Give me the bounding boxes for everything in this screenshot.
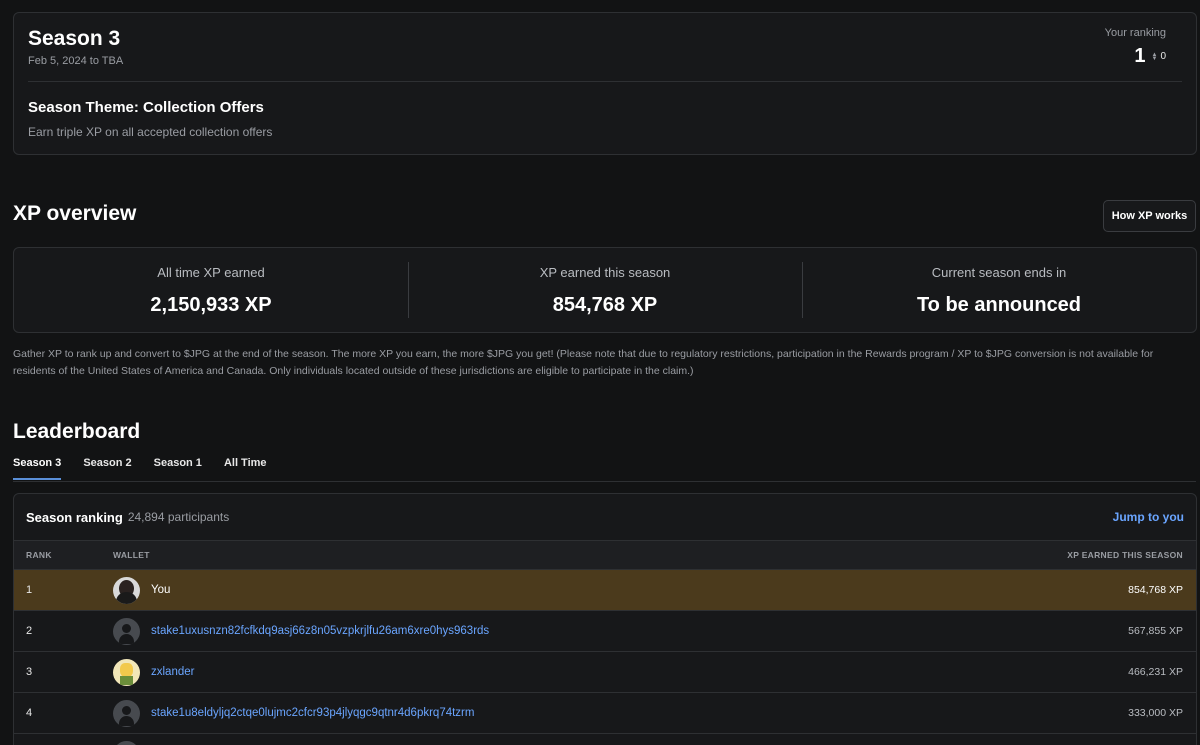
how-xp-works-button[interactable]: How XP works [1103,200,1196,232]
ranking-change-value: 0 [1160,51,1166,62]
ranking-header: Season ranking 24,894 participants Jump … [14,494,1196,540]
tab-season-3[interactable]: Season 3 [13,457,62,480]
row-xp: 567,855 XP [1128,625,1183,637]
row-rank: 4 [26,707,33,719]
wallet-link[interactable]: stake1u8eldyljq2ctqe0lujmc2cfcr93p4jlyqg… [151,707,474,719]
up-down-arrow-icon: ▲ ▼ [1151,51,1158,62]
ranking-change: ▲ ▼ 0 [1151,51,1166,62]
column-rank: RANK [26,550,52,560]
stat-season-ends: Current season ends in To be announced [802,248,1196,332]
leaderboard-heading: Leaderboard [13,420,141,443]
wallet-link[interactable]: stake1uxusnzn82fcfkdq9asj66z8n05vzpkrjlf… [151,625,489,637]
row-rank: 3 [26,666,33,678]
row-rank: 2 [26,625,33,637]
stat-label: Current season ends in [931,265,1067,280]
stat-label: XP earned this season [539,265,671,280]
your-ranking: 1 ▲ ▼ 0 [1134,45,1166,68]
xp-disclaimer-note: Gather XP to rank up and convert to $JPG… [13,348,1154,377]
season-ranking-table: Season ranking 24,894 participants Jump … [13,493,1197,745]
ranking-title: Season ranking [26,509,123,525]
stat-value: To be announced [916,294,1082,316]
season-title: Season 3 [28,27,121,50]
row-wallet: You [113,576,1128,604]
divider [28,81,1182,82]
stat-all-time-xp: All time XP earned 2,150,933 XP [14,248,408,332]
user-avatar-icon [113,699,140,727]
row-rank: 1 [26,584,33,596]
table-row: 3 zxlander 466,231 XP [14,651,1196,692]
jump-to-you-link[interactable]: Jump to you [1113,510,1184,524]
xp-overview-heading: XP overview [13,202,137,225]
column-xp: XP EARNED THIS SEASON [1067,550,1183,560]
stat-value: 2,150,933 XP [150,294,272,316]
row-xp: 333,000 XP [1128,707,1183,719]
table-row: 2 stake1uxusnzn82fcfkdq9asj66z8n05vzpkrj… [14,610,1196,651]
wallet-link[interactable]: zxlander [151,666,194,678]
stat-value: 854,768 XP [552,294,658,316]
row-wallet: stake1u8eldyljq2ctqe0lujmc2cfcr93p4jlyqg… [113,699,1128,727]
season-card: Season 3 Feb 5, 2024 to TBA Your ranking… [13,12,1197,155]
table-row [14,733,1196,745]
row-wallet: zxlander [113,658,1128,686]
row-xp: 466,231 XP [1128,666,1183,678]
row-wallet: stake1uxusnzn82fcfkdq9asj66z8n05vzpkrjlf… [113,617,1128,645]
table-header: RANK WALLET XP EARNED THIS SEASON [14,540,1196,569]
leaderboard-tabs: Season 3 Season 2 Season 1 All Time [13,457,267,480]
xp-stats-card: All time XP earned 2,150,933 XP XP earne… [13,247,1197,333]
season-theme-title: Season Theme: Collection Offers [28,99,264,116]
cartoon-avatar-icon [113,658,140,686]
season-theme-description: Earn triple XP on all accepted collectio… [28,125,273,139]
row-wallet [113,740,1183,745]
row-xp: 854,768 XP [1128,584,1183,596]
table-row: 1 You 854,768 XP [14,569,1196,610]
photo-avatar-icon [113,576,140,604]
tabs-divider [13,481,1196,482]
participants-count: 24,894 participants [127,510,230,524]
stat-label: All time XP earned [157,265,265,280]
your-ranking-label: Your ranking [1104,27,1166,39]
wallet-name: You [151,584,171,596]
tab-season-1[interactable]: Season 1 [154,457,202,480]
season-dates: Feb 5, 2024 to TBA [28,55,124,67]
stat-season-xp: XP earned this season 854,768 XP [408,248,802,332]
column-wallet: WALLET [113,550,150,560]
user-avatar-icon [113,740,140,745]
tab-all-time[interactable]: All Time [224,457,267,480]
tab-season-2[interactable]: Season 2 [83,457,131,480]
ranking-number: 1 [1134,45,1146,67]
table-row: 4 stake1u8eldyljq2ctqe0lujmc2cfcr93p4jly… [14,692,1196,733]
user-avatar-icon [113,617,140,645]
